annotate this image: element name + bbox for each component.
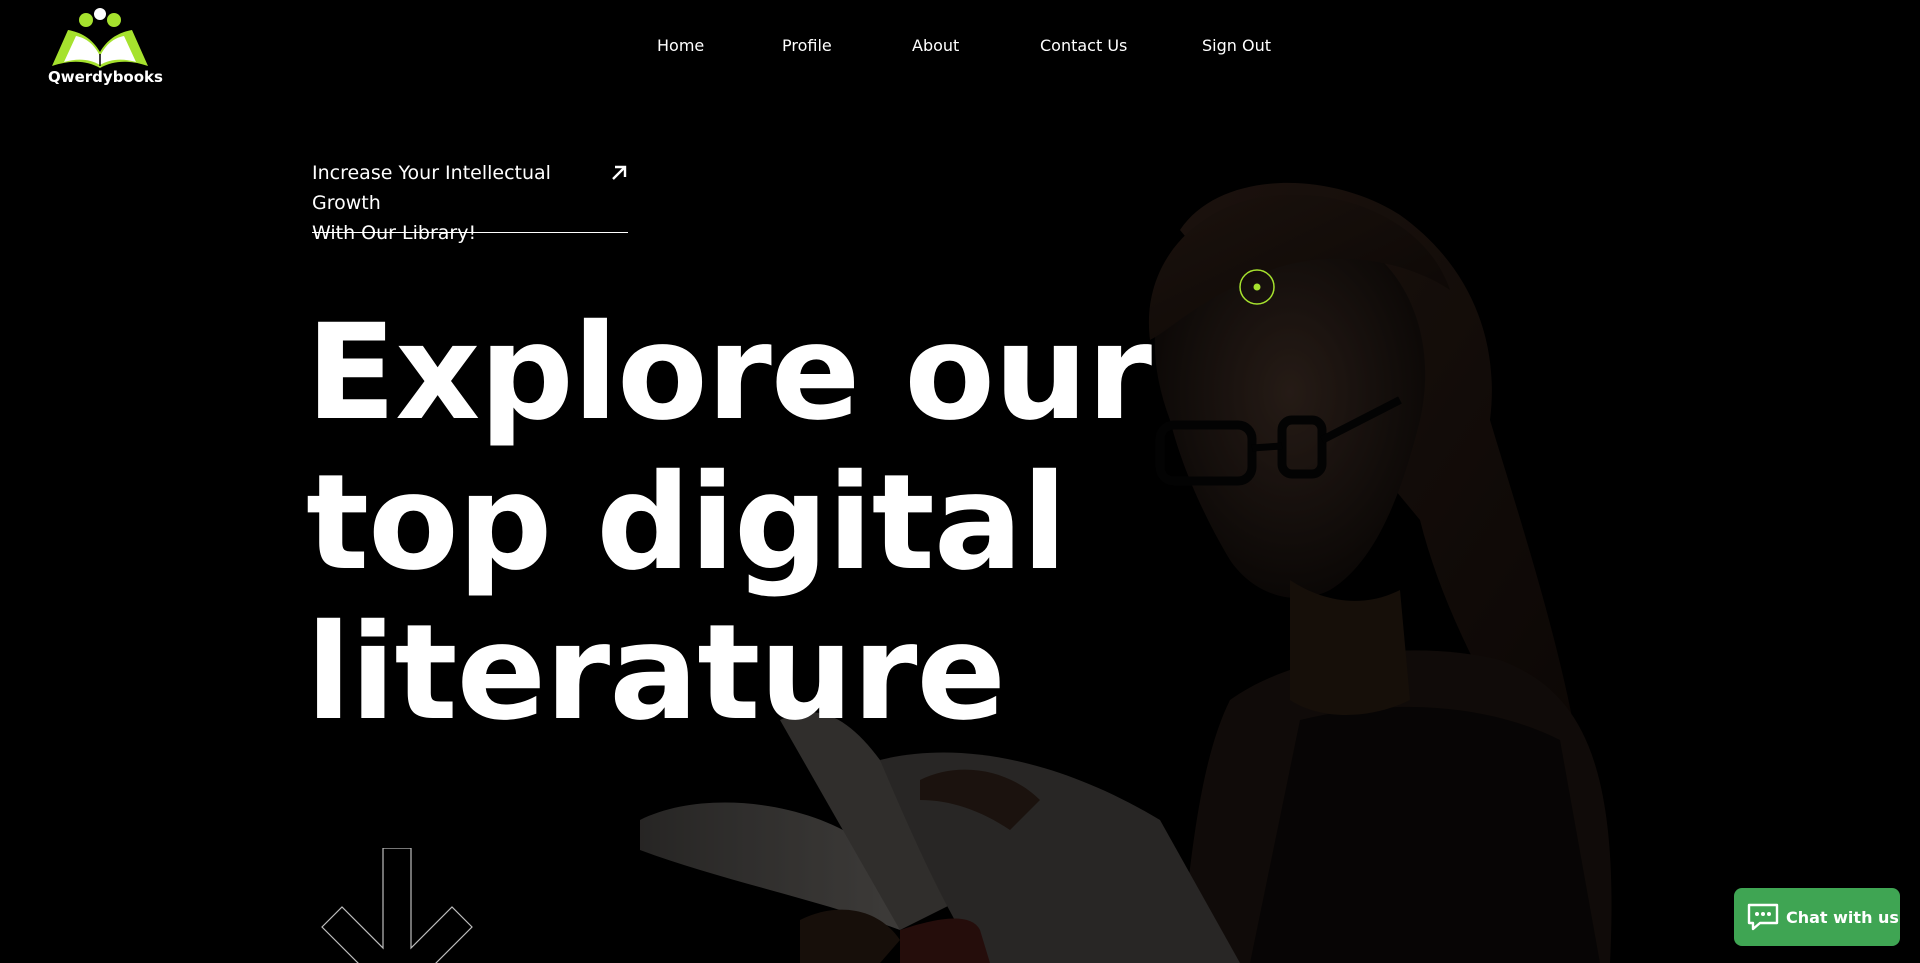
main-nav: Home Profile About Contact Us Sign Out (0, 36, 1920, 56)
chat-button-label: Chat with us (1786, 907, 1899, 927)
nav-profile-link[interactable]: Profile (782, 36, 832, 55)
library-tagline-link[interactable]: Increase Your Intellectual Growth With O… (312, 158, 628, 244)
headline-line-1: Explore our (306, 296, 1152, 450)
headline-line-3: literature (306, 596, 1006, 750)
chat-bubble-icon (1747, 903, 1779, 931)
arrow-up-right-icon (612, 165, 627, 180)
hero-headline: Explore our top digital literature (306, 296, 1152, 750)
nav-home-link[interactable]: Home (657, 36, 704, 55)
landing-page: Qwerdybooks Home Profile About Contact U… (0, 0, 1920, 963)
nav-contact-link[interactable]: Contact Us (1040, 36, 1127, 55)
cursor-ring-icon (1239, 269, 1275, 305)
tagline-line-1: Increase Your Intellectual Growth (312, 162, 551, 214)
arrow-down-icon[interactable] (312, 848, 482, 963)
brand-name: Qwerdybooks (48, 68, 163, 86)
nav-about-link[interactable]: About (912, 36, 959, 55)
chat-with-us-button[interactable]: Chat with us (1734, 888, 1900, 946)
headline-line-2: top digital (306, 446, 1067, 600)
tagline-line-2: With Our Library! (312, 222, 477, 244)
nav-signout-link[interactable]: Sign Out (1202, 36, 1271, 55)
